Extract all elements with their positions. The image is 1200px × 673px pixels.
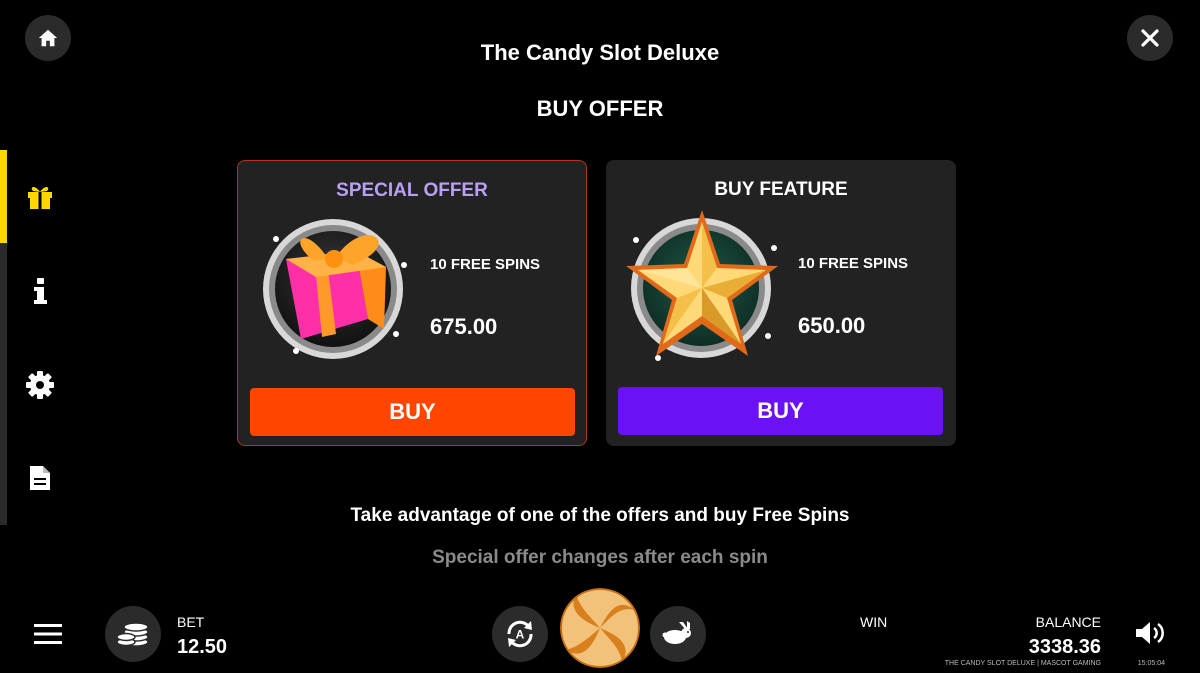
special-offer-price: 675.00	[430, 314, 498, 339]
menu-icon[interactable]	[34, 622, 62, 646]
section-title: BUY OFFER	[536, 96, 664, 121]
autoplay-button[interactable]: A	[492, 606, 548, 662]
svg-text:A: A	[516, 628, 525, 642]
spin-button[interactable]	[560, 588, 640, 668]
bet-value: 12.50	[177, 636, 228, 658]
sidebar-item-paytable[interactable]	[24, 462, 56, 494]
special-offer-spins: 10 FREE SPINS	[430, 256, 541, 273]
bet-button[interactable]	[105, 606, 161, 662]
game-title: The Candy Slot Deluxe	[480, 40, 720, 65]
special-offer-title: SPECIAL OFFER	[336, 180, 488, 201]
win-label: WIN	[860, 614, 888, 630]
special-offer-card: SPECIAL OFFER 10 FREE SPINS 675.00 BUY	[237, 160, 587, 446]
gift-icon	[263, 219, 407, 359]
sidebar-item-buy-offer[interactable]	[24, 180, 56, 212]
candy-spin-icon	[560, 588, 640, 668]
offer-description: Take advantage of one of the offers and …	[350, 505, 850, 526]
clock: 15:05:04	[1137, 660, 1165, 667]
bet-label: BET	[177, 614, 205, 630]
buy-feature-spins: 10 FREE SPINS	[798, 255, 909, 272]
autoplay-icon: A	[507, 620, 533, 648]
buy-feature-title: BUY FEATURE	[714, 179, 848, 200]
sidebar-active-indicator	[0, 150, 7, 243]
document-icon	[30, 466, 50, 490]
buy-feature-price: 650.00	[798, 313, 866, 338]
info-icon	[34, 278, 47, 304]
offer-note: Special offer changes after each spin	[432, 547, 768, 568]
turbo-button[interactable]	[650, 606, 706, 662]
star-icon	[626, 210, 778, 361]
buy-feature-card: BUY FEATURE 10 FREE SPINS 650.00 BUY	[606, 160, 956, 446]
game-footer: THE CANDY SLOT DELUXE | MASCOT GAMING	[944, 660, 1101, 667]
gift-icon	[28, 186, 52, 209]
buy-feature-buy-button[interactable]: BUY	[618, 387, 943, 435]
balance-value: 3338.36	[1028, 636, 1101, 658]
sound-icon[interactable]	[1134, 620, 1168, 646]
coins-icon	[116, 622, 149, 647]
sidebar-item-info[interactable]	[24, 276, 56, 308]
balance-label: BALANCE	[1035, 614, 1101, 630]
rabbit-icon	[662, 621, 691, 644]
special-offer-buy-button[interactable]: BUY	[250, 388, 575, 436]
sidebar-item-settings[interactable]	[24, 369, 56, 401]
gear-icon	[26, 371, 54, 399]
